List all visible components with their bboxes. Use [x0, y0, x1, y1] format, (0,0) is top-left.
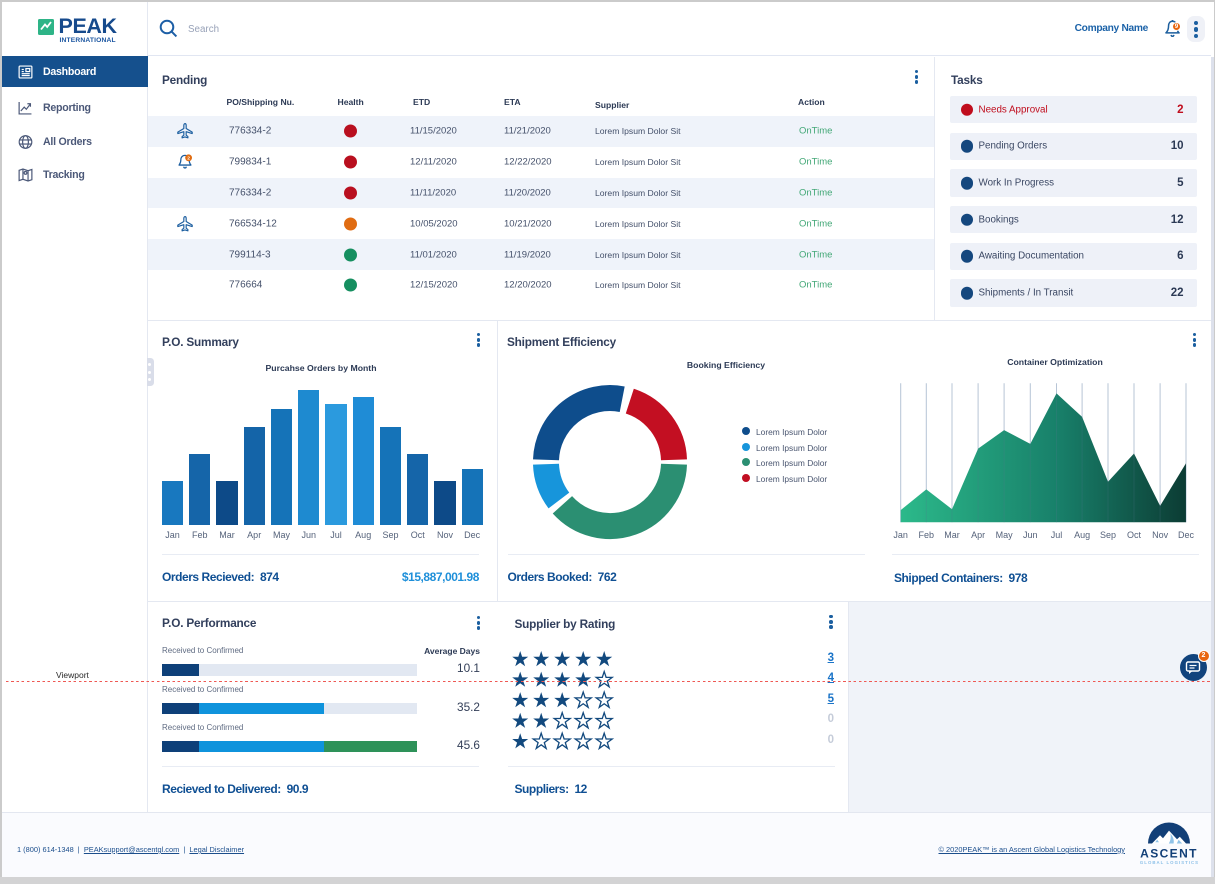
svg-text:GLOBAL LOGISTICS: GLOBAL LOGISTICS: [1140, 860, 1199, 865]
svg-text:2: 2: [187, 156, 190, 162]
svg-text:ASCENT: ASCENT: [1140, 846, 1198, 860]
